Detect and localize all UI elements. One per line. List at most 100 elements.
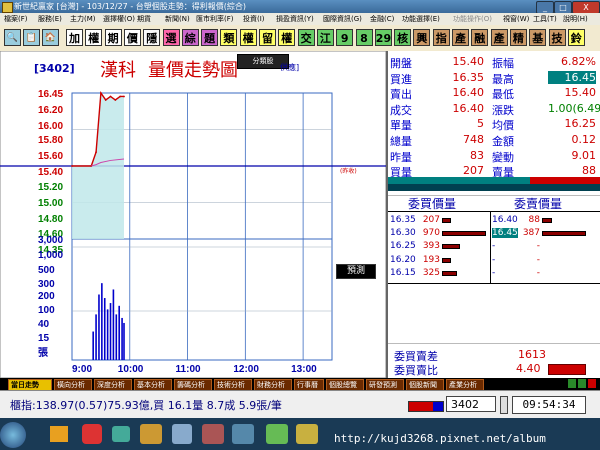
taskbar-explorer-icon[interactable] (50, 426, 68, 442)
menu-item[interactable]: 匯市利率(F) (196, 13, 234, 25)
menu-item[interactable]: 新聞(N) (165, 13, 190, 25)
ask-qty: - (536, 241, 540, 252)
menu-item[interactable]: 視窗(W) (503, 13, 529, 25)
tab-analysis[interactable]: 研發預測 (366, 379, 404, 390)
tab-analysis[interactable]: 橫向分析 (54, 379, 92, 390)
toolbar-button[interactable]: 權 (278, 29, 296, 46)
menu-item[interactable]: 說明(H) (563, 13, 588, 25)
menu-item[interactable]: 投資(I) (243, 13, 265, 25)
menu-item[interactable]: 金融(C) (370, 13, 394, 25)
toolbar-button[interactable]: 隱 (143, 29, 161, 46)
home-icon[interactable]: 🏠 (42, 29, 59, 46)
toolbar-button[interactable]: 基 (529, 29, 547, 46)
quote-value: 16.40 (452, 86, 485, 100)
toolbar-button[interactable]: 題 (201, 29, 219, 46)
tab-scroll-left[interactable] (568, 379, 576, 388)
toolbar-button[interactable]: 權 (239, 29, 257, 46)
buy-ratio-fill (388, 184, 600, 191)
toolbar-button[interactable]: 核 (394, 29, 412, 46)
toolbar-button[interactable]: 權 (85, 29, 103, 46)
toolbar-button[interactable]: 產 (452, 29, 469, 46)
toolbar-button[interactable]: 29 (374, 29, 392, 46)
code-dropdown[interactable] (500, 396, 508, 414)
tab-analysis[interactable]: 產業分析 (446, 379, 484, 390)
toolbar-button[interactable]: 綜 (181, 29, 199, 46)
toolbar-button[interactable]: 鈴 (567, 29, 585, 46)
toolbar-button[interactable]: 產 (490, 29, 508, 46)
volume-tick-label: 200 (38, 291, 55, 302)
quote-label: 賣出 (390, 88, 412, 102)
title-bar: 新世紀贏家 [台灣] - 103/12/27 - 台塑個股走勢：得利報價(綜合)… (0, 0, 600, 14)
toolbar-button[interactable]: 加 (66, 29, 83, 46)
toolbar-button[interactable]: 留 (259, 29, 276, 46)
toolbar-button[interactable]: 交 (297, 29, 315, 46)
taskbar-app-icon[interactable] (232, 424, 254, 444)
menu-item[interactable]: 損盈資訊(Y) (276, 13, 314, 25)
quote-label: 最低 (492, 88, 514, 102)
taskbar-app-icon[interactable] (140, 424, 162, 444)
menu-item[interactable]: 檔案(F) (4, 13, 28, 25)
toolbar-button[interactable]: 融 (471, 29, 489, 46)
toolbar-button[interactable]: 期 (104, 29, 122, 46)
ask-qty: - (536, 254, 540, 265)
clipboard-icon[interactable]: 📋 (23, 29, 40, 46)
toolbar-button[interactable]: 江 (316, 29, 334, 46)
ask-price: - (492, 267, 496, 278)
menu-item[interactable]: 國際資訊(G) (323, 13, 362, 25)
start-button[interactable] (0, 422, 26, 448)
toolbar-button[interactable]: 興 (413, 29, 431, 46)
quote-value: 5 (477, 117, 484, 131)
menu-item[interactable]: 工具(T) (533, 13, 557, 25)
forecast-button[interactable]: 預測 (336, 264, 376, 279)
menu-item[interactable]: 期貨 (137, 13, 151, 25)
price-tick-label: 16.20 (38, 105, 63, 116)
toolbar-button[interactable]: 技 (548, 29, 566, 46)
sell-book-title: 委賣價量 (514, 197, 563, 211)
tab-analysis[interactable]: 財務分析 (254, 379, 292, 390)
tab-analysis[interactable]: 深度分析 (94, 379, 132, 390)
time-tick-label: 10:00 (118, 364, 144, 375)
tab-close[interactable] (588, 379, 596, 388)
toolbar-button[interactable]: 指 (432, 29, 450, 46)
taskbar-app-icon[interactable] (296, 424, 318, 444)
volume-tick-label: 40 (38, 319, 50, 330)
tab-analysis[interactable]: 個股總覽 (326, 379, 364, 390)
stock-code-input[interactable]: 3402 (446, 396, 496, 412)
quote-label: 金額 (492, 135, 514, 148)
taskbar-app-icon[interactable] (172, 424, 192, 444)
menu-item[interactable]: 選擇權(O) (103, 13, 135, 25)
search-icon[interactable]: 🔍 (4, 29, 21, 46)
taskbar-app-icon[interactable] (266, 424, 288, 444)
tab-analysis[interactable]: 個股新聞 (406, 379, 444, 390)
tab-analysis[interactable]: 技術分析 (214, 379, 252, 390)
price-point (104, 99, 107, 101)
toolbar-button[interactable]: 8 (355, 29, 373, 46)
taskbar-app-icon[interactable] (82, 424, 102, 444)
bid-price: 16.25 (390, 241, 416, 252)
tab-analysis[interactable]: 籌碼分析 (174, 379, 212, 390)
tab-analysis[interactable]: 基本分析 (134, 379, 172, 390)
quote-value: 15.40 (564, 86, 597, 100)
tab-scroll-right[interactable] (578, 379, 586, 388)
volume-tick-label: 3,000 (38, 235, 63, 246)
toolbar-button[interactable]: 9 (336, 29, 354, 46)
tab-intraday[interactable]: 當日走勢 (8, 379, 52, 390)
menu-item[interactable]: 服務(E) (38, 13, 62, 25)
price-point (71, 165, 73, 167)
bid-ask-ratio-label: 委買賣比 (394, 364, 438, 377)
bid-qty: 207 (422, 215, 440, 225)
bid-ask-diff-value: 1613 (518, 348, 546, 361)
price-point (123, 95, 125, 98)
quote-label: 開盤 (390, 57, 412, 70)
toolbar-button[interactable]: 價 (123, 29, 141, 46)
tab-analysis[interactable]: 行事曆 (294, 379, 324, 390)
toolbar-button[interactable]: 選 (162, 29, 180, 46)
menu-item[interactable]: 功能選擇(E) (402, 13, 440, 25)
toolbar-button[interactable]: 精 (509, 29, 527, 46)
menu-item[interactable]: 主力(M) (70, 13, 96, 25)
taskbar-app-icon[interactable] (112, 426, 130, 442)
menu-item[interactable]: 功能操作(O) (453, 13, 492, 25)
quote-value: 16.45 (548, 70, 596, 84)
taskbar-app-icon[interactable] (202, 424, 224, 444)
toolbar-button[interactable]: 類 (220, 29, 238, 46)
